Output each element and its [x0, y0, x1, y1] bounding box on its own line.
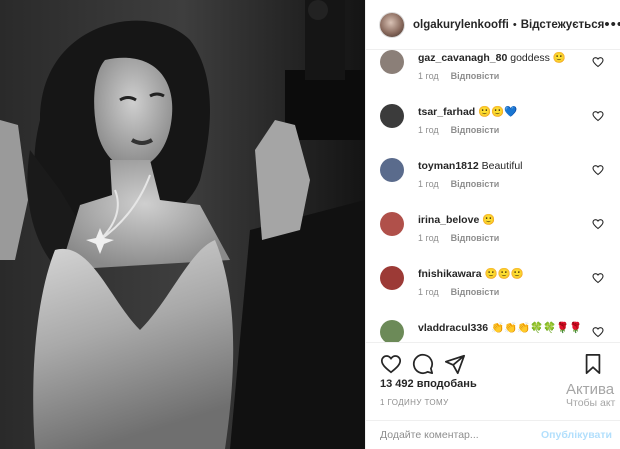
- comment-like-heart-icon[interactable]: [592, 110, 604, 122]
- post-timestamp[interactable]: 1 ГОДИНУ ТОМУ: [380, 398, 449, 407]
- commenter-username[interactable]: toyman1812: [418, 160, 479, 172]
- comment-meta: 1 год Відповісти: [418, 233, 590, 243]
- comments-list[interactable]: gaz_cavanagh_80 goddess 🙂 1 год Відповісти…: [366, 50, 620, 342]
- comment-line: vladdracul336 👏👏👏🍀🍀🌹🌹: [418, 321, 590, 335]
- commenter-username[interactable]: tsar_farhad: [418, 106, 475, 118]
- save-bookmark-icon[interactable]: [582, 353, 604, 375]
- comment-like-heart-icon[interactable]: [592, 272, 604, 284]
- comment-item: tsar_farhad 🙂🙂💙 1 год Відповісти: [380, 104, 620, 158]
- post-header: olgakurylenkooffi • Відстежується •••: [366, 0, 620, 50]
- comment-meta: 1 год Відповісти: [418, 179, 590, 189]
- share-send-icon[interactable]: [444, 353, 466, 375]
- comment-line: irina_belove 🙂: [418, 213, 590, 227]
- comment-meta: 1 год Відповісти: [418, 287, 590, 297]
- comment-item: toyman1812 Beautiful 1 год Відповісти: [380, 158, 620, 212]
- comment-line: gaz_cavanagh_80 goddess 🙂: [418, 51, 590, 65]
- author-avatar[interactable]: [380, 12, 404, 37]
- watermark-line-2: Чтобы акт: [566, 396, 616, 409]
- photo-illustration: [0, 0, 365, 449]
- comment-line: fnishikawara 🙂🙂🙂: [418, 267, 590, 281]
- comment-input[interactable]: [380, 429, 541, 441]
- commenter-avatar[interactable]: [380, 266, 404, 290]
- commenter-username[interactable]: vladdracul336: [418, 322, 488, 334]
- commenter-username[interactable]: irina_belove: [418, 214, 479, 226]
- comment-body: tsar_farhad 🙂🙂💙 1 год Відповісти: [418, 105, 590, 135]
- comment-time[interactable]: 1 год: [418, 125, 439, 135]
- comment-line: toyman1812 Beautiful: [418, 159, 590, 173]
- reply-button[interactable]: Відповісти: [451, 125, 500, 135]
- header-separator: •: [512, 18, 517, 31]
- comment-time[interactable]: 1 год: [418, 71, 439, 81]
- comment-body: gaz_cavanagh_80 goddess 🙂 1 год Відповісти: [418, 51, 590, 81]
- follow-status-button[interactable]: Відстежується: [521, 19, 605, 31]
- likes-count[interactable]: 13 492 вподобань: [380, 378, 477, 390]
- windows-activation-watermark: Актива Чтобы акт: [566, 382, 615, 409]
- comment-body: fnishikawara 🙂🙂🙂 1 год Відповісти: [418, 267, 590, 297]
- post-actions-bar: [366, 342, 620, 382]
- post-photo[interactable]: [0, 0, 365, 449]
- reply-button[interactable]: Відповісти: [451, 233, 500, 243]
- publish-comment-button[interactable]: Опублікувати: [541, 429, 612, 441]
- commenter-username[interactable]: fnishikawara: [418, 268, 482, 280]
- comment-time[interactable]: 1 год: [418, 287, 439, 297]
- commenter-avatar[interactable]: [380, 158, 404, 182]
- commenter-avatar[interactable]: [380, 104, 404, 128]
- reply-button[interactable]: Відповісти: [451, 287, 500, 297]
- commenter-avatar[interactable]: [380, 320, 404, 342]
- comment-body: irina_belove 🙂 1 год Відповісти: [418, 213, 590, 243]
- comment-like-heart-icon[interactable]: [592, 164, 604, 176]
- comment-item: vladdracul336 👏👏👏🍀🍀🌹🌹: [380, 320, 620, 342]
- comment-meta: 1 год Відповісти: [418, 125, 590, 135]
- comment-item: fnishikawara 🙂🙂🙂 1 год Відповісти: [380, 266, 620, 320]
- comment-body: toyman1812 Beautiful 1 год Відповісти: [418, 159, 590, 189]
- comment-item: irina_belove 🙂 1 год Відповісти: [380, 212, 620, 266]
- comment-bubble-icon[interactable]: [412, 353, 434, 375]
- author-username[interactable]: olgakurylenkooffi: [413, 19, 509, 31]
- comment-time[interactable]: 1 год: [418, 233, 439, 243]
- reply-button[interactable]: Відповісти: [451, 71, 500, 81]
- reply-button[interactable]: Відповісти: [451, 179, 500, 189]
- comment-meta: 1 год Відповісти: [418, 71, 590, 81]
- comment-item: gaz_cavanagh_80 goddess 🙂 1 год Відповісти: [380, 50, 620, 104]
- comment-text: Beautiful: [481, 160, 523, 172]
- commenter-avatar[interactable]: [380, 50, 404, 74]
- commenter-username[interactable]: gaz_cavanagh_80: [418, 52, 507, 64]
- comment-like-heart-icon[interactable]: [592, 218, 604, 230]
- comment-text: 🙂🙂💙: [478, 106, 518, 118]
- comment-text: 🙂: [482, 214, 496, 226]
- more-options-icon[interactable]: •••: [604, 17, 620, 32]
- comment-text: goddess 🙂: [510, 52, 566, 64]
- like-heart-icon[interactable]: [380, 353, 402, 375]
- add-comment-bar: Опублікувати: [366, 420, 620, 449]
- comment-line: tsar_farhad 🙂🙂💙: [418, 105, 590, 119]
- comment-like-heart-icon[interactable]: [592, 326, 604, 338]
- commenter-avatar[interactable]: [380, 212, 404, 236]
- comment-text: 👏👏👏🍀🍀🌹🌹: [490, 322, 583, 334]
- comment-text: 🙂🙂🙂: [484, 268, 524, 280]
- comment-like-heart-icon[interactable]: [592, 56, 604, 68]
- watermark-line-1: Актива: [566, 381, 615, 398]
- comment-body: vladdracul336 👏👏👏🍀🍀🌹🌹: [418, 321, 590, 342]
- comment-time[interactable]: 1 год: [418, 179, 439, 189]
